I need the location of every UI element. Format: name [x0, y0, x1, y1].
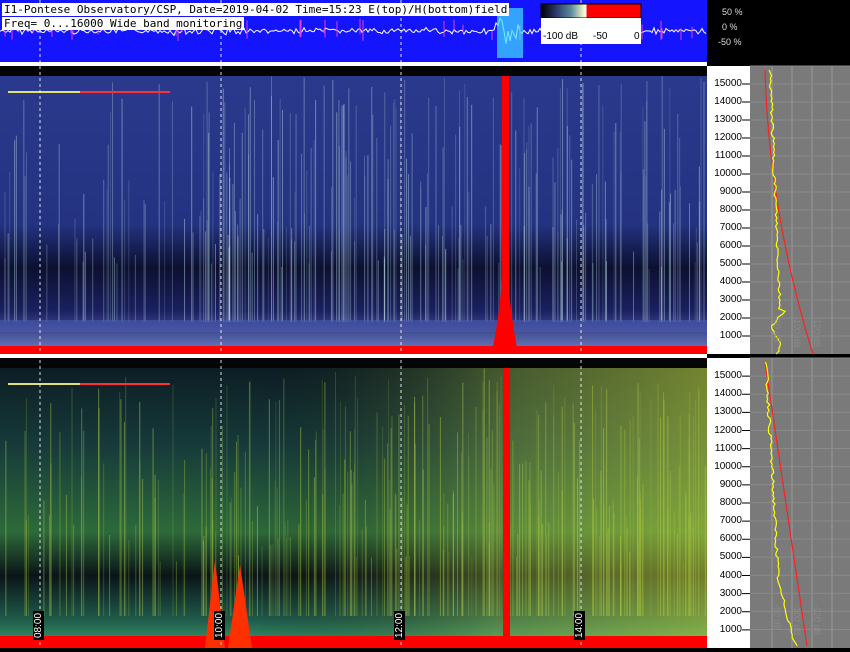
- profile-db-label-bottom: -80 dB: [772, 604, 782, 631]
- panel-separator: [0, 354, 707, 358]
- freq-tick-label-top: 5000: [719, 258, 742, 269]
- freq-tick-label-bottom: 3000: [719, 587, 742, 599]
- freq-tick-label-bottom: 4000: [719, 569, 742, 581]
- wave-scale-0: 0 %: [722, 22, 738, 32]
- freq-tick-label-top: 11000: [714, 150, 742, 161]
- header-subtitle: Freq= 0...16000 Wide band monitoring: [2, 17, 245, 30]
- colorbar-mid-label: -50: [593, 31, 608, 42]
- freq-tick-label-bottom: 1000: [719, 623, 742, 635]
- freq-tick-label-bottom: 9000: [719, 478, 742, 490]
- freq-tick-label-bottom: 13000: [714, 406, 742, 418]
- freq-tick-label-bottom: 2000: [719, 605, 742, 617]
- e-field-spectrogram: [0, 66, 707, 354]
- freq-tick-label-top: 7000: [719, 222, 742, 233]
- freq-tick-label-bottom: 10000: [714, 460, 742, 472]
- time-label: 12:00: [394, 610, 405, 640]
- freq-tick-label-top: 3000: [719, 294, 742, 305]
- low-band: [0, 320, 707, 332]
- spectrogram-viewer: I1-Pontese Observatory/CSP, Date=2019-04…: [0, 0, 850, 648]
- freq-tick-label-top: 8000: [719, 204, 742, 215]
- colorbar-max-label: 0: [634, 31, 640, 42]
- profile-db-label-bottom: -120 dB: [812, 604, 822, 636]
- wave-scale-50: 50 %: [722, 7, 743, 17]
- freq-tick-label-top: 10000: [714, 168, 742, 179]
- freq-tick-label-top: 6000: [719, 240, 742, 251]
- time-label: 10:00: [214, 610, 225, 640]
- colorbar: [540, 3, 642, 19]
- freq-tick-label-top: 15000: [714, 78, 742, 89]
- freq-tick-label-bottom: 7000: [719, 515, 742, 527]
- wave-scale-minus50: -50 %: [718, 37, 742, 47]
- header-title: I1-Pontese Observatory/CSP, Date=2019-04…: [2, 3, 510, 16]
- freq-tick-label-top: 1000: [719, 330, 742, 341]
- freq-tick-label-bottom: 11000: [714, 442, 742, 454]
- colorbar-min-label: -100 dB: [543, 31, 579, 42]
- freq-tick-label-bottom: 14000: [714, 388, 742, 400]
- freq-tick-label-bottom: 12000: [714, 424, 742, 436]
- bottom-red-band: [0, 636, 707, 648]
- profile-db-label-top: -120 dB: [812, 316, 822, 348]
- freq-tick-label-bottom: 15000: [714, 370, 742, 382]
- freq-tick-label-top: 14000: [714, 96, 742, 107]
- bottom-red-spike: [503, 368, 510, 648]
- freq-tick-label-bottom: 5000: [719, 551, 742, 563]
- freq-tick-label-top: 2000: [719, 312, 742, 323]
- profile-db-label-bottom: -100 dB: [792, 604, 802, 636]
- time-label: 14:00: [574, 610, 585, 640]
- freq-tick-label-top: 12000: [714, 132, 742, 143]
- freq-tick-label-bottom: 8000: [719, 497, 742, 508]
- freq-tick-label-top: 4000: [719, 276, 742, 287]
- time-label: 08:00: [33, 610, 44, 640]
- profile-db-label-top: -100 dB: [792, 316, 802, 348]
- profile-db-label-top: -80 dB: [772, 316, 782, 343]
- top-red-band: [0, 346, 707, 354]
- freq-tick-label-bottom: 6000: [719, 533, 742, 545]
- freq-tick-label-top: 9000: [719, 186, 742, 197]
- freq-tick-label-top: 13000: [714, 114, 742, 125]
